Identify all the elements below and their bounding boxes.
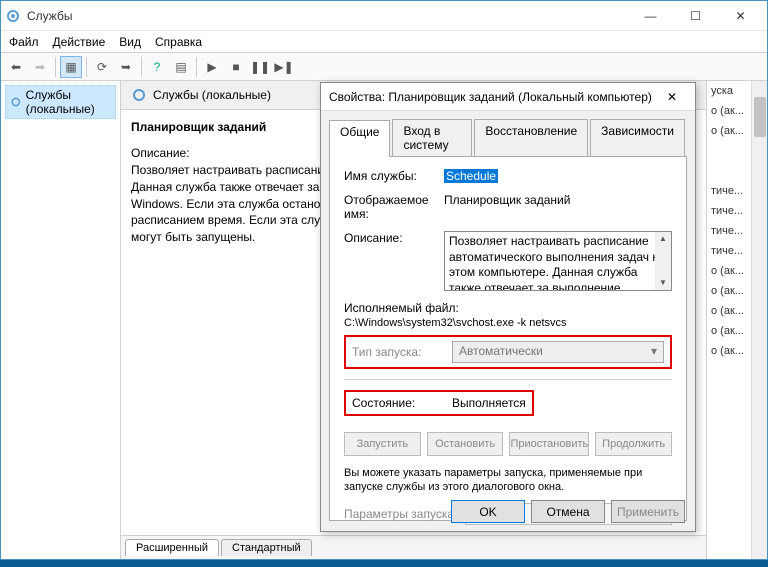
detail-header-label: Службы (локальные) [153,88,271,102]
restart-icon[interactable]: ▶❚ [273,56,295,78]
exec-label: Исполняемый файл: [344,301,459,315]
startup-label: Тип запуска: [352,345,452,359]
tab-general[interactable]: Общие [329,120,390,157]
desc-text: Позволяет настраивать расписание автомат… [449,234,666,291]
dialog-title: Свойства: Планировщик заданий (Локальный… [329,90,657,104]
dialog-titlebar[interactable]: Свойства: Планировщик заданий (Локальный… [321,83,695,111]
properties-dialog: Свойства: Планировщик заданий (Локальный… [320,82,696,532]
titlebar[interactable]: Службы — ☐ ✕ [1,1,767,31]
tree-panel: Службы (локальные) [1,81,121,559]
forward-button[interactable]: ➡ [29,56,51,78]
cancel-button[interactable]: Отмена [531,500,605,523]
menu-view[interactable]: Вид [119,35,141,49]
minimize-button[interactable]: — [628,2,673,30]
tab-standard[interactable]: Стандартный [221,539,312,556]
svc-name-value[interactable]: Schedule [444,169,498,183]
export-icon[interactable]: ➥ [115,56,137,78]
params-note: Вы можете указать параметры запуска, при… [344,466,672,495]
refresh-icon[interactable]: ⟳ [91,56,113,78]
pause-button[interactable]: Приостановить [509,432,589,456]
tab-recovery[interactable]: Восстановление [474,119,588,156]
tab-general-content: Имя службы: Schedule Отображаемое имя: П… [329,156,687,521]
scrollbar[interactable] [751,81,767,559]
detail-tabs: Расширенный Стандартный [121,535,706,559]
params-label: Параметры запуска: [344,507,457,521]
startup-type-select[interactable]: Автоматически [452,341,664,363]
ok-button[interactable]: OK [451,500,525,523]
dialog-tabs: Общие Вход в систему Восстановление Зави… [321,111,695,156]
desc-textbox[interactable]: Позволяет настраивать расписание автомат… [444,231,672,291]
pause-icon[interactable]: ❚❚ [249,56,271,78]
svc-name-label: Имя службы: [344,169,444,183]
gear-icon [131,87,147,103]
tree-root-item[interactable]: Службы (локальные) [5,85,116,119]
dialog-close-button[interactable]: ✕ [657,85,687,109]
exec-path: C:\Windows\system32\svchost.exe -k netsv… [344,317,567,329]
desc-scrollbar[interactable]: ▲▼ [655,232,671,290]
desc-label: Описание: [344,231,444,245]
back-button[interactable]: ⬅ [5,56,27,78]
properties-icon[interactable]: ▤ [170,56,192,78]
apply-button[interactable]: Применить [611,500,685,523]
services-icon [5,8,21,24]
stop-icon[interactable]: ■ [225,56,247,78]
start-button[interactable]: Запустить [344,432,421,456]
tab-logon[interactable]: Вход в систему [392,119,472,156]
state-highlight: Состояние: Выполняется [344,390,534,416]
state-label: Состояние: [352,396,452,410]
gear-icon [10,94,22,110]
menu-action[interactable]: Действие [53,35,106,49]
help-icon[interactable]: ? [146,56,168,78]
startup-type-highlight: Тип запуска: Автоматически [344,335,672,369]
play-icon[interactable]: ▶ [201,56,223,78]
close-button[interactable]: ✕ [718,2,763,30]
service-list-panel: уска о (ак... о (ак... тиче... тиче... т… [707,81,767,559]
tab-extended[interactable]: Расширенный [125,539,219,556]
tree-root-label: Службы (локальные) [26,88,111,116]
menu-file[interactable]: Файл [9,35,39,49]
toolbar: ⬅ ➡ ▦ ⟳ ➥ ? ▤ ▶ ■ ❚❚ ▶❚ [1,53,767,81]
stop-button[interactable]: Остановить [427,432,504,456]
display-name-value: Планировщик заданий [444,193,672,207]
maximize-button[interactable]: ☐ [673,2,718,30]
display-name-label: Отображаемое имя: [344,193,444,221]
state-value: Выполняется [452,396,526,410]
menu-help[interactable]: Справка [155,35,202,49]
menubar: Файл Действие Вид Справка [1,31,767,53]
tab-dependencies[interactable]: Зависимости [590,119,685,156]
resume-button[interactable]: Продолжить [595,432,672,456]
window-title: Службы [27,9,628,23]
show-hide-button[interactable]: ▦ [60,56,82,78]
